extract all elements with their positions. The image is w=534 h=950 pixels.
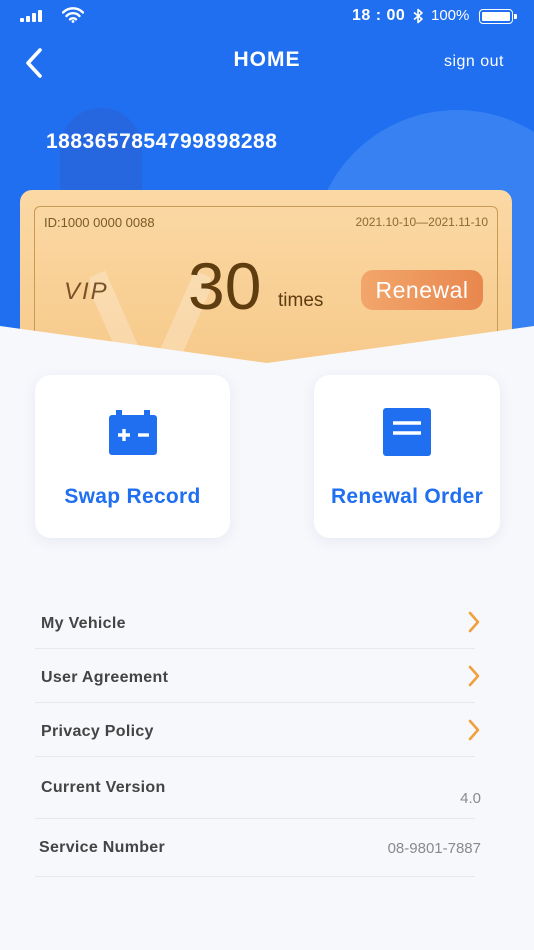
menu-item-label: Service Number [39,839,166,856]
renewal-order-tile[interactable]: Renewal Order [314,375,500,538]
card-validity: 2021.10-10—2021.11-10 [355,215,488,229]
chevron-right-icon [468,611,480,633]
cellular-signal-icon [20,10,42,22]
menu-item-label: Privacy Policy [41,723,154,740]
wifi-icon [62,7,84,23]
status-bar: 18 : 00 100% [0,0,534,34]
swap-record-tile[interactable]: Swap Record [35,375,230,538]
document-icon [383,408,431,456]
service-number-value: 08-9801-7887 [387,840,481,857]
menu-item-my-vehicle[interactable]: My Vehicle [35,595,480,649]
card-count: 30 [188,249,262,323]
battery-icon [108,410,157,455]
header-wave [0,326,534,380]
swap-record-label: Swap Record [64,485,201,508]
bluetooth-icon [413,8,423,24]
settings-menu: My Vehicle User Agreement Privacy Policy… [35,595,481,877]
card-id: ID:1000 0000 0088 [44,215,155,230]
menu-item-privacy-policy[interactable]: Privacy Policy [35,703,480,757]
menu-item-label: My Vehicle [41,615,126,632]
user-phone-number: 1883657854799898288 [46,130,278,153]
chevron-right-icon [468,665,480,687]
battery-icon [479,9,517,24]
menu-item-current-version: Current Version 4.0 [35,757,481,819]
menu-item-label: Current Version [41,779,166,796]
version-value: 4.0 [460,790,481,807]
menu-item-service-number[interactable]: Service Number 08-9801-7887 [35,819,481,877]
menu-item-label: User Agreement [41,669,169,686]
card-tier: VIP [64,278,109,305]
menu-item-user-agreement[interactable]: User Agreement [35,649,480,703]
header-background: 18 : 00 100% HOME sign out 1883657854799… [0,0,534,380]
renewal-button[interactable]: Renewal [361,270,483,310]
chevron-right-icon [468,719,480,741]
card-count-unit: times [278,290,324,311]
battery-percentage: 100% [431,7,470,24]
status-time: 18 : 00 [352,7,406,24]
sign-out-button[interactable]: sign out [444,53,504,71]
renewal-order-label: Renewal Order [330,485,484,508]
